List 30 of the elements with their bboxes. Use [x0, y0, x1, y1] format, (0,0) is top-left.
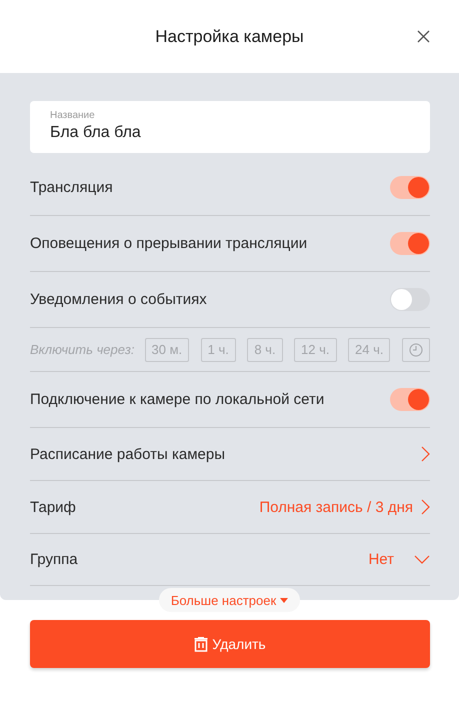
settings-link[interactable]: Расписание работы камеры [30, 428, 430, 481]
setting-label: Расписание работы камеры [30, 446, 225, 462]
caret-icon [280, 598, 288, 602]
settings-link[interactable]: Тариф Полная запись / 3 дня [30, 481, 430, 534]
chevron-right-icon [421, 446, 430, 462]
close-icon[interactable] [417, 30, 430, 43]
clock-icon [408, 342, 423, 356]
toggle-switch[interactable] [390, 176, 430, 198]
field-label: Название [50, 110, 96, 121]
field-value: Бла бла бла [50, 124, 142, 142]
window-title: Настройка камеры [155, 26, 304, 46]
chevron-down-icon [414, 555, 430, 564]
setting-label: Подключение к камере по локальной сети [30, 391, 324, 408]
setting-label: Группа [30, 551, 78, 568]
name-field[interactable]: Название Бла бла бла [30, 101, 430, 153]
group-value: Нет [368, 551, 394, 568]
timer-label: Включить через: [30, 342, 134, 357]
setting-label: Трансляция [30, 178, 113, 196]
setting-label: Оповещения о прерывании трансляции [30, 235, 308, 252]
chevron-right-icon [421, 499, 430, 515]
setting-label: Тариф [30, 498, 76, 516]
toggle-switch[interactable] [390, 288, 430, 311]
tariff-value: Полная запись / 3 дня [259, 498, 413, 516]
toggle-switch[interactable] [390, 388, 430, 411]
delete-button[interactable]: Удалить [30, 620, 430, 668]
toggle-switch[interactable] [390, 232, 430, 255]
trash-icon [194, 636, 208, 652]
more-settings-button[interactable]: Больше настроек [158, 588, 300, 612]
group-select[interactable]: Группа Нет [30, 534, 430, 586]
setting-label: Уведомления о событиях [30, 291, 207, 308]
